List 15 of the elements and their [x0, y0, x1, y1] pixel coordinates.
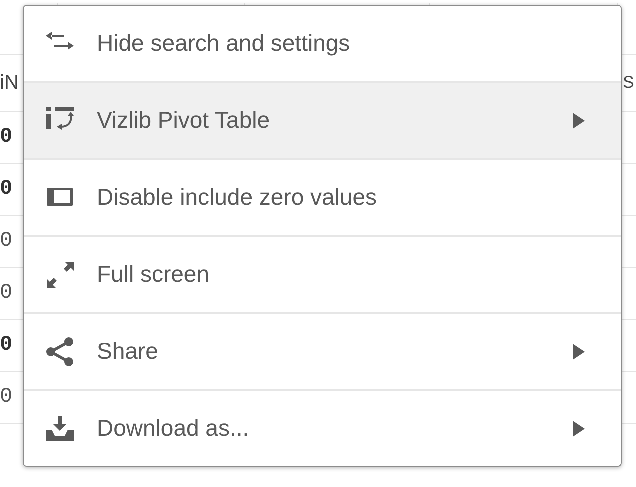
menu-item[interactable]: Vizlib Pivot Table	[24, 83, 621, 160]
menu-item[interactable]: Hide search and settings	[24, 6, 621, 83]
share-icon	[44, 336, 76, 368]
column-header: S	[623, 73, 634, 93]
table-cell: 0	[0, 282, 13, 305]
menu-item[interactable]: Download as...	[24, 391, 621, 466]
table-cell: 0	[0, 386, 13, 409]
menu-item[interactable]: Share	[24, 314, 621, 391]
table-cell: 0	[0, 334, 13, 357]
column-header: iN	[0, 72, 19, 94]
menu-item[interactable]: Full screen	[24, 237, 621, 314]
table-cell: 0	[0, 126, 13, 149]
table-cell: 0	[0, 178, 13, 201]
table-cell: 0	[0, 230, 13, 253]
menu-item[interactable]: Disable include zero values	[24, 160, 621, 237]
